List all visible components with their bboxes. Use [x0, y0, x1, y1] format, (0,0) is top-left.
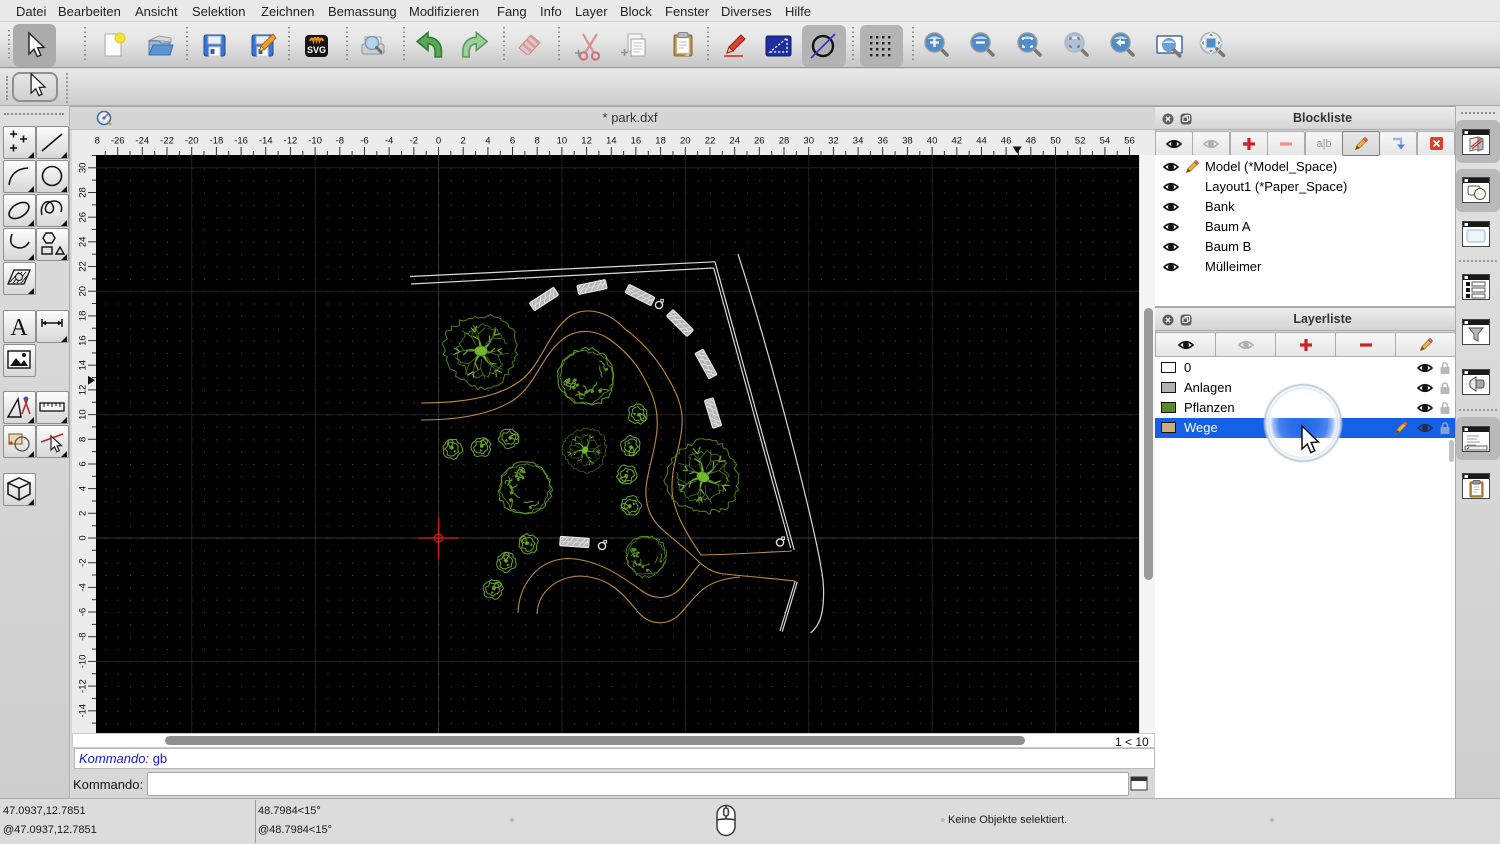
- svg-text:42: 42: [952, 136, 963, 147]
- svg-text:14: 14: [606, 136, 617, 147]
- svg-text:6: 6: [510, 136, 515, 147]
- svg-text:48: 48: [1026, 136, 1037, 147]
- svg-text:0: 0: [78, 535, 89, 540]
- svg-text:-2: -2: [78, 558, 89, 566]
- svg-text:54: 54: [1100, 136, 1111, 147]
- svg-text:38: 38: [902, 136, 913, 147]
- svg-text:22: 22: [78, 261, 89, 272]
- svg-text:40: 40: [927, 136, 938, 147]
- svg-text:-16: -16: [234, 136, 248, 147]
- svg-text:2: 2: [461, 136, 466, 147]
- svg-text:20: 20: [78, 286, 89, 297]
- svg-text:-12: -12: [78, 679, 89, 693]
- svg-text:26: 26: [754, 136, 765, 147]
- svg-text:20: 20: [680, 136, 691, 147]
- svg-text:-24: -24: [135, 136, 149, 147]
- svg-text:-14: -14: [259, 136, 273, 147]
- svg-text:-6: -6: [360, 136, 368, 147]
- svg-text:-28: -28: [95, 136, 100, 147]
- svg-text:16: 16: [78, 335, 89, 346]
- svg-text:A: A: [10, 315, 28, 341]
- svg-text:-10: -10: [308, 136, 322, 147]
- svg-text:12: 12: [581, 136, 592, 147]
- svg-text:-4: -4: [78, 583, 89, 591]
- svg-text:-8: -8: [78, 632, 89, 640]
- svg-text:30: 30: [803, 136, 814, 147]
- svg-text:28: 28: [78, 187, 89, 198]
- svg-text:-14: -14: [78, 704, 89, 718]
- svg-text:52: 52: [1075, 136, 1086, 147]
- svg-text:24: 24: [78, 237, 89, 248]
- svg-text:12: 12: [78, 385, 89, 396]
- svg-text:6: 6: [78, 461, 89, 466]
- svg-text:8: 8: [78, 437, 89, 442]
- svg-text:28: 28: [779, 136, 790, 147]
- svg-text:44: 44: [976, 136, 987, 147]
- svg-text:-26: -26: [111, 136, 125, 147]
- svg-text:10: 10: [78, 409, 89, 420]
- svg-text:32: 32: [828, 136, 839, 147]
- svg-text:50: 50: [1050, 136, 1061, 147]
- svg-text:16: 16: [631, 136, 642, 147]
- svg-text:18: 18: [655, 136, 666, 147]
- svg-text:0: 0: [436, 136, 441, 147]
- svg-text:36: 36: [877, 136, 888, 147]
- svg-text:-22: -22: [160, 136, 174, 147]
- svg-text:34: 34: [853, 136, 864, 147]
- svg-text:8: 8: [535, 136, 540, 147]
- svg-text:-18: -18: [210, 136, 224, 147]
- svg-text:-6: -6: [78, 608, 89, 616]
- svg-text:-8: -8: [336, 136, 344, 147]
- svg-text:-4: -4: [385, 136, 393, 147]
- svg-text:14: 14: [78, 360, 89, 371]
- svg-text:10: 10: [557, 136, 568, 147]
- svg-text:24: 24: [729, 136, 740, 147]
- svg-text:56: 56: [1124, 136, 1135, 147]
- svg-text:2: 2: [78, 511, 89, 516]
- svg-text:46: 46: [1001, 136, 1012, 147]
- svg-text:22: 22: [705, 136, 716, 147]
- svg-text:4: 4: [485, 136, 490, 147]
- svg-text:30: 30: [78, 163, 89, 174]
- svg-text:SVG: SVG: [307, 45, 326, 55]
- svg-text:18: 18: [78, 311, 89, 322]
- svg-text:-2: -2: [410, 136, 418, 147]
- svg-text:-20: -20: [185, 136, 199, 147]
- svg-text:-10: -10: [78, 655, 89, 669]
- svg-text:-12: -12: [284, 136, 298, 147]
- svg-text:26: 26: [78, 212, 89, 223]
- svg-text:4: 4: [78, 486, 89, 491]
